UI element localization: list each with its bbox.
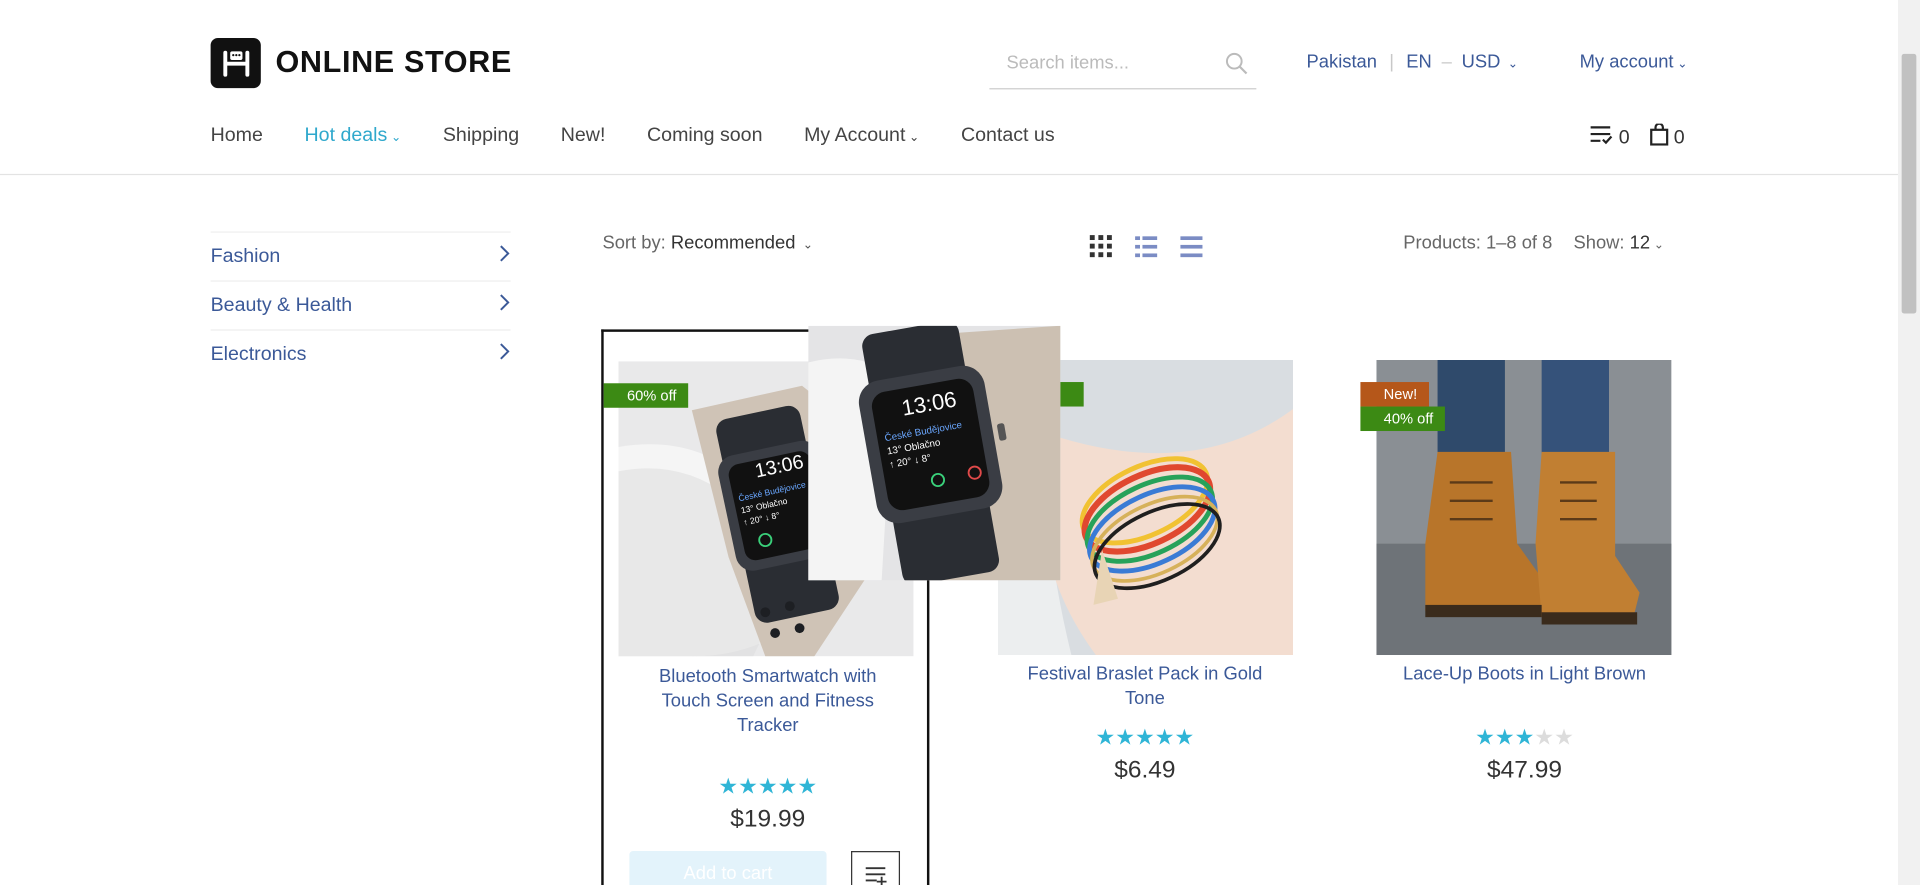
list-view-icon[interactable] bbox=[1134, 234, 1158, 258]
product-card[interactable]: New! 40% off Lace-Up Boots in Light Brow… bbox=[1360, 329, 1688, 885]
image-zoom-preview: 13:06 České Budějovice 13° Oblačno ↑ 20°… bbox=[808, 325, 1061, 581]
chevron-right-icon bbox=[498, 293, 510, 319]
nav-new[interactable]: New! bbox=[561, 125, 606, 147]
product-title[interactable]: Lace-Up Boots in Light Brown bbox=[1360, 662, 1688, 686]
logo-text: ONLINE STORE bbox=[275, 45, 512, 80]
grid-view-icon[interactable] bbox=[1089, 234, 1113, 258]
compact-list-view-icon[interactable] bbox=[1179, 234, 1203, 258]
account-label: My account bbox=[1579, 51, 1674, 73]
locale-links: Pakistan | EN – USD ⌄ bbox=[1307, 51, 1518, 72]
divider: | bbox=[1389, 51, 1395, 73]
product-price: $19.99 bbox=[730, 805, 806, 833]
category-sidebar: Fashion Beauty & Health Electronics bbox=[210, 231, 511, 378]
nav-my-account[interactable]: My Account ⌄ bbox=[804, 125, 919, 147]
wishlist-count: 0 bbox=[1618, 126, 1630, 148]
logo-icon bbox=[210, 37, 261, 89]
show-label: Show: bbox=[1573, 232, 1625, 254]
rating-stars: ★★★★★ bbox=[604, 774, 932, 800]
category-label: Beauty & Health bbox=[210, 294, 353, 316]
product-price: $47.99 bbox=[1487, 756, 1562, 784]
category-label: Electronics bbox=[210, 343, 307, 365]
wishlist-icon bbox=[1589, 124, 1613, 152]
scrollbar-thumb[interactable] bbox=[1901, 53, 1917, 314]
add-to-cart-button[interactable]: Add to cart bbox=[629, 851, 827, 885]
chevron-down-icon: ⌄ bbox=[1653, 238, 1665, 253]
rating-stars: ★★★★★ bbox=[1360, 725, 1688, 751]
product-title[interactable]: Bluetooth Smartwatch with Touch Screen a… bbox=[604, 665, 932, 738]
chevron-down-icon: ⌄ bbox=[1677, 57, 1688, 72]
wishlist-button[interactable]: 0 bbox=[1589, 124, 1630, 152]
category-fashion[interactable]: Fashion bbox=[210, 231, 511, 280]
shopping-bag-icon bbox=[1649, 122, 1669, 152]
nav-contact-us[interactable]: Contact us bbox=[961, 125, 1055, 147]
discount-badge: 40% off bbox=[1360, 406, 1446, 432]
main-nav: Home Hot deals ⌄ Shipping New! Coming soo… bbox=[211, 125, 1097, 147]
nav-hot-deals[interactable]: Hot deals ⌄ bbox=[305, 125, 402, 147]
currency-selector[interactable]: USD ⌄ bbox=[1462, 51, 1518, 72]
products-count: Products: 1–8 of 8 bbox=[1403, 232, 1553, 254]
star-icon: ★★★★★ bbox=[718, 773, 818, 799]
category-electronics[interactable]: Electronics bbox=[210, 329, 511, 378]
new-badge: New! bbox=[1360, 382, 1430, 407]
page: ONLINE STORE Pakistan | EN – USD ⌄ My acc… bbox=[0, 0, 1920, 885]
chevron-down-icon: ⌄ bbox=[909, 131, 920, 145]
sort-label: Sort by: bbox=[602, 232, 666, 254]
chevron-right-icon bbox=[498, 244, 510, 270]
store-logo[interactable]: ONLINE STORE bbox=[210, 37, 512, 89]
search-input[interactable] bbox=[989, 40, 1210, 85]
sort-value: Recommended bbox=[670, 232, 796, 254]
chevron-right-icon bbox=[498, 342, 510, 368]
search-box bbox=[989, 40, 1257, 90]
show-per-page-dropdown[interactable]: Show: 12 ⌄ bbox=[1573, 233, 1664, 254]
nav-label: My Account bbox=[804, 124, 906, 146]
currency-label: USD bbox=[1461, 51, 1501, 73]
wishlist-add-icon bbox=[852, 867, 899, 885]
add-to-wishlist-button[interactable] bbox=[851, 851, 901, 885]
star-empty-icon: ★★ bbox=[1534, 724, 1574, 750]
product-toolbar: Sort by: Recommended ⌄ Products: 1–8 of 8… bbox=[602, 233, 1667, 260]
rating-stars: ★★★★★ bbox=[981, 725, 1309, 751]
sort-dropdown[interactable]: Sort by: Recommended ⌄ bbox=[602, 233, 813, 254]
nav-home[interactable]: Home bbox=[211, 125, 263, 147]
category-beauty-health[interactable]: Beauty & Health bbox=[210, 280, 511, 329]
chevron-down-icon: ⌄ bbox=[1507, 57, 1519, 72]
country-selector[interactable]: Pakistan bbox=[1307, 51, 1377, 72]
cart-count: 0 bbox=[1673, 126, 1685, 148]
product-title[interactable]: Festival Braslet Pack in Gold Tone bbox=[981, 662, 1309, 711]
star-icon: ★★★★★ bbox=[1095, 724, 1195, 750]
my-account-dropdown[interactable]: My account ⌄ bbox=[1580, 51, 1688, 72]
search-icon[interactable] bbox=[1225, 51, 1249, 82]
chevron-down-icon: ⌄ bbox=[802, 238, 814, 253]
language-selector[interactable]: EN bbox=[1406, 51, 1432, 72]
show-value: 12 bbox=[1629, 232, 1651, 254]
site-header: ONLINE STORE Pakistan | EN – USD ⌄ My acc… bbox=[0, 0, 1898, 176]
nav-coming-soon[interactable]: Coming soon bbox=[647, 125, 762, 147]
category-label: Fashion bbox=[210, 245, 281, 267]
discount-badge: 60% off bbox=[603, 383, 689, 408]
product-price: $6.49 bbox=[1114, 756, 1176, 784]
cart-area: 0 0 bbox=[1589, 122, 1704, 152]
cart-button[interactable]: 0 bbox=[1649, 122, 1685, 152]
page-scrollbar[interactable] bbox=[1897, 0, 1920, 885]
view-mode-switcher bbox=[1089, 234, 1225, 258]
nav-shipping[interactable]: Shipping bbox=[443, 125, 519, 147]
chevron-down-icon: ⌄ bbox=[390, 131, 402, 145]
nav-label: Hot deals bbox=[304, 124, 388, 146]
star-icon: ★★★ bbox=[1475, 724, 1535, 750]
divider: – bbox=[1441, 51, 1452, 73]
